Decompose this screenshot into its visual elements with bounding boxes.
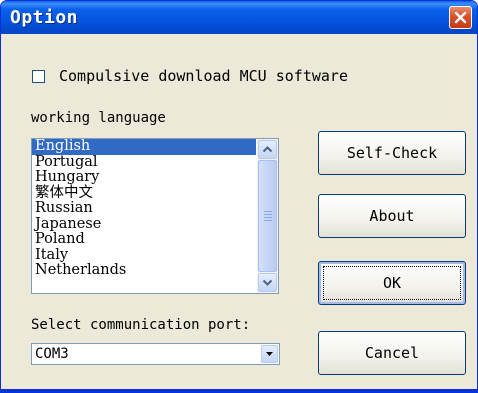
ok-label: OK (382, 274, 402, 292)
chevron-down-icon (262, 279, 273, 286)
language-item-italy[interactable]: Italy (32, 247, 256, 264)
compulsive-download-label[interactable]: Compulsive download MCU software (59, 67, 348, 85)
port-dropdown-button[interactable] (261, 345, 278, 363)
language-list: English Portugal Hungary 繁体中文 Russian Ja… (32, 139, 256, 279)
about-button[interactable]: About (318, 194, 466, 238)
self-check-button[interactable]: Self-Check (318, 131, 466, 175)
scroll-up-button[interactable] (258, 140, 277, 159)
about-label: About (369, 207, 415, 225)
dialog-body: Compulsive download MCU software working… (4, 34, 474, 389)
communication-port-value: COM3 (35, 346, 69, 362)
communication-port-select[interactable]: COM3 (31, 343, 280, 365)
window-title: Option (10, 7, 79, 28)
language-listbox[interactable]: English Portugal Hungary 繁体中文 Russian Ja… (31, 138, 279, 294)
self-check-label: Self-Check (346, 144, 438, 162)
language-item-traditional-chinese[interactable]: 繁体中文 (32, 185, 256, 202)
language-item-netherlands[interactable]: Netherlands (32, 262, 256, 279)
close-button[interactable] (449, 6, 472, 29)
title-bar[interactable]: Option (1, 1, 477, 34)
close-icon (454, 11, 467, 24)
language-item-japanese[interactable]: Japanese (32, 216, 256, 233)
language-item-hungary[interactable]: Hungary (32, 169, 256, 186)
ok-button[interactable]: OK (318, 261, 466, 305)
cancel-label: Cancel (364, 344, 420, 362)
language-item-russian[interactable]: Russian (32, 200, 256, 217)
language-item-portugal[interactable]: Portugal (32, 154, 256, 171)
chevron-up-icon (262, 146, 273, 153)
cancel-button[interactable]: Cancel (318, 331, 466, 375)
communication-port-label: Select communication port: (31, 317, 251, 333)
language-item-english[interactable]: English (32, 139, 256, 155)
compulsive-download-checkbox[interactable] (32, 70, 45, 83)
working-language-label: working language (31, 110, 166, 126)
scroll-down-button[interactable] (258, 273, 277, 292)
dropdown-arrow-icon (266, 352, 273, 356)
scroll-thumb[interactable] (258, 160, 277, 272)
language-item-poland[interactable]: Poland (32, 231, 256, 248)
language-scrollbar[interactable] (257, 139, 278, 293)
option-dialog: Option Compulsive download MCU software … (0, 0, 478, 393)
window-border (1, 389, 477, 392)
